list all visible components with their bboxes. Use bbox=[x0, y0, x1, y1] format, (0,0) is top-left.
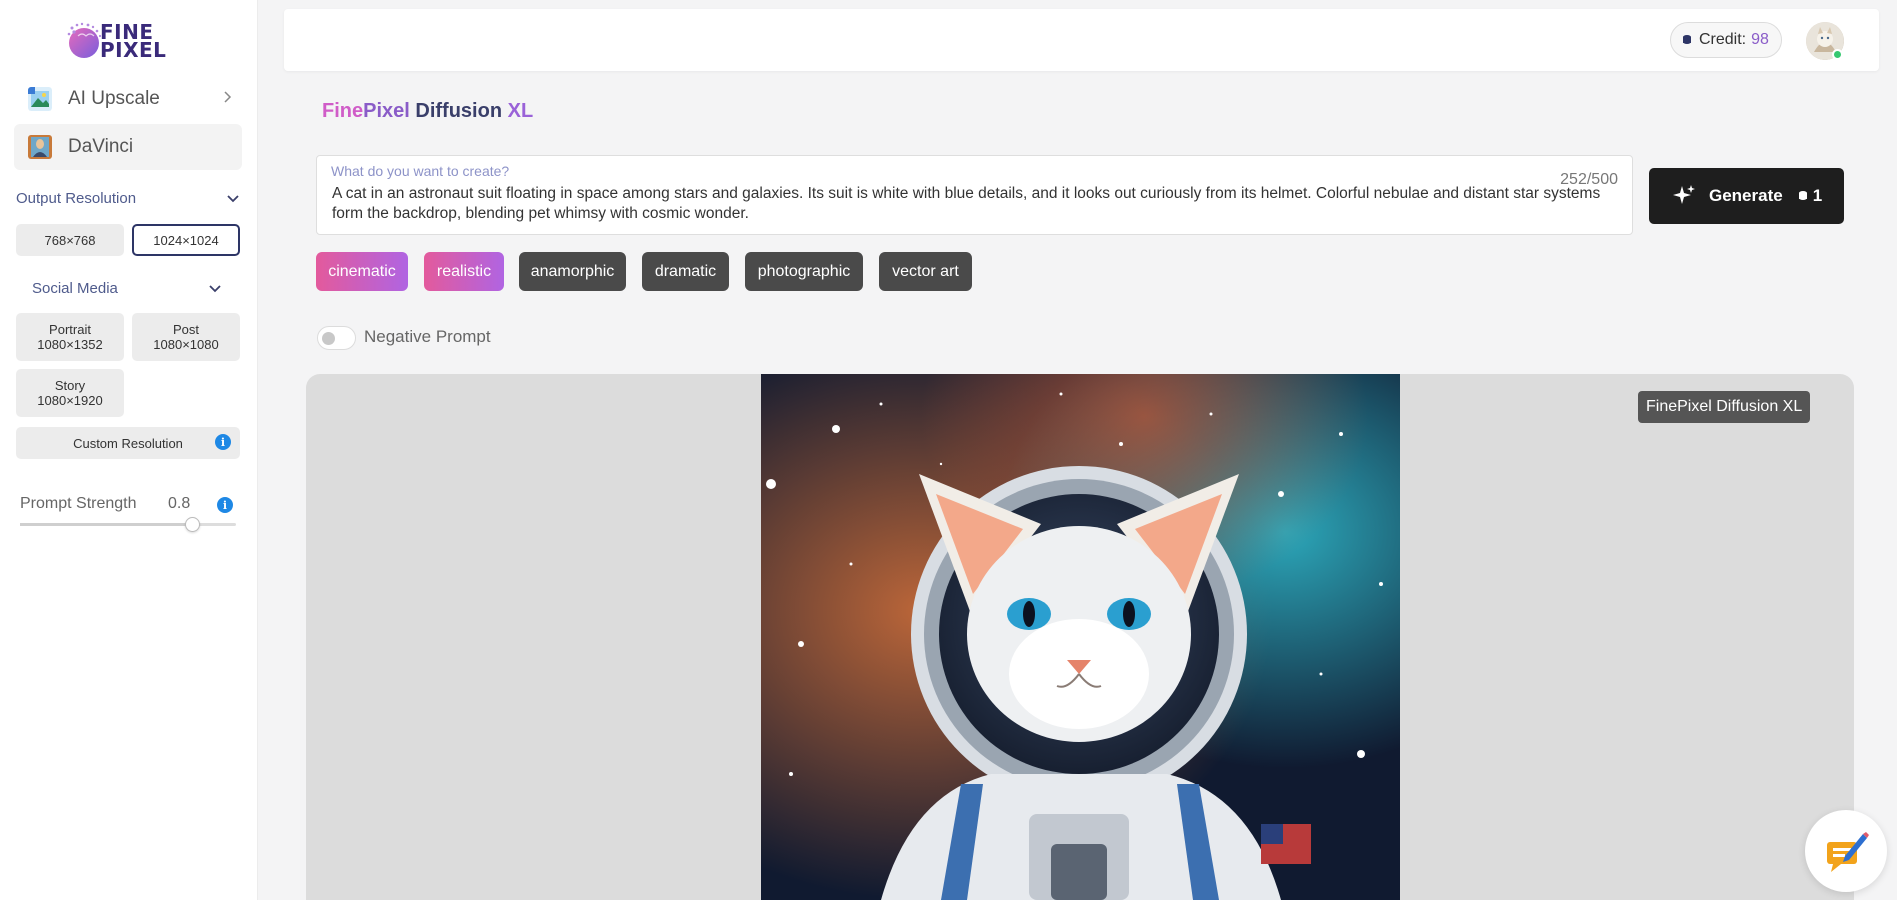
nav-item-ai-upscale[interactable]: AI Upscale bbox=[14, 76, 242, 122]
style-tag-realistic[interactable]: realistic bbox=[424, 252, 504, 291]
credit-label: Credit: bbox=[1699, 31, 1747, 48]
social-portrait-button[interactable]: Portrait 1080×1352 bbox=[16, 313, 124, 361]
toggle-knob bbox=[322, 332, 335, 345]
info-icon[interactable]: i bbox=[217, 497, 233, 513]
output-resolution-title[interactable]: Output Resolution bbox=[16, 190, 136, 207]
negative-prompt-toggle[interactable] bbox=[317, 326, 356, 350]
custom-resolution-label: Custom Resolution bbox=[73, 435, 183, 451]
prompt-strength-label: Prompt Strength bbox=[20, 495, 137, 512]
astronaut-cat-image bbox=[761, 374, 1400, 900]
model-badge: FinePixel Diffusion XL bbox=[1638, 391, 1811, 423]
prompt-text[interactable]: A cat in an astronaut suit floating in s… bbox=[332, 184, 1622, 224]
generated-image[interactable] bbox=[761, 374, 1400, 900]
logo-text: FINE PIXEL bbox=[100, 22, 167, 62]
prompt-placeholder: What do you want to create? bbox=[331, 163, 510, 179]
social-story-name: Story bbox=[54, 378, 86, 393]
social-portrait-name: Portrait bbox=[49, 322, 91, 337]
generate-button[interactable]: Generate 1 bbox=[1649, 168, 1844, 224]
social-media-title[interactable]: Social Media bbox=[32, 280, 118, 297]
logo-line-2: PIXEL bbox=[100, 38, 167, 62]
fine-pixel-logo[interactable]: FINE PIXEL bbox=[64, 20, 166, 62]
style-tag-cinematic[interactable]: cinematic bbox=[316, 252, 408, 291]
credit-badge[interactable]: Credit: 98 bbox=[1670, 22, 1782, 58]
page-title: FinePixel Diffusion XL bbox=[322, 100, 533, 123]
style-tag-anamorphic[interactable]: anamorphic bbox=[519, 252, 626, 291]
prompt-input[interactable]: What do you want to create? 252/500 A ca… bbox=[316, 155, 1633, 235]
logo-brain-icon bbox=[64, 20, 108, 62]
style-tag-dramatic[interactable]: dramatic bbox=[642, 252, 729, 291]
title-part-xl: XL bbox=[502, 100, 534, 122]
chevron-down-icon[interactable] bbox=[226, 194, 240, 204]
social-story-size: 1080×1920 bbox=[37, 393, 103, 408]
slider-fill bbox=[20, 523, 193, 526]
chevron-down-icon[interactable] bbox=[208, 284, 222, 294]
social-post-size: 1080×1080 bbox=[153, 337, 219, 352]
chevron-right-icon bbox=[224, 91, 232, 103]
coins-icon bbox=[1798, 191, 1807, 200]
sparkle-icon bbox=[1673, 185, 1695, 204]
prompt-strength-slider[interactable] bbox=[20, 517, 236, 532]
sidebar: FINE PIXEL AI Upscale DaVinci Output Res… bbox=[0, 0, 258, 900]
online-status-dot bbox=[1832, 49, 1843, 60]
generate-cost-value: 1 bbox=[1812, 186, 1823, 205]
social-portrait-size: 1080×1352 bbox=[37, 337, 103, 352]
davinci-portrait-icon bbox=[28, 135, 52, 159]
style-tag-photographic[interactable]: photographic bbox=[745, 252, 863, 291]
social-post-name: Post bbox=[172, 322, 199, 337]
coins-icon bbox=[1683, 35, 1691, 44]
style-tag-vector-art[interactable]: vector art bbox=[879, 252, 972, 291]
generate-cost: 1 bbox=[1797, 186, 1822, 206]
title-part-diffusion: Diffusion bbox=[409, 100, 503, 122]
nav-item-davinci[interactable]: DaVinci bbox=[14, 124, 242, 170]
prompt-strength-value: 0.8 bbox=[168, 495, 191, 512]
feedback-pencil-icon bbox=[1827, 832, 1869, 872]
top-bar bbox=[284, 9, 1879, 71]
social-post-button[interactable]: Post 1080×1080 bbox=[132, 313, 240, 361]
title-part-pixel: Pixel bbox=[363, 100, 410, 122]
info-icon[interactable]: i bbox=[215, 434, 231, 450]
custom-resolution-button[interactable]: Custom Resolution bbox=[16, 427, 240, 459]
negative-prompt-label: Negative Prompt bbox=[364, 327, 491, 346]
generate-label: Generate bbox=[1709, 186, 1783, 205]
image-upscale-icon bbox=[28, 87, 52, 111]
nav-item-label: DaVinci bbox=[68, 136, 134, 157]
feedback-button[interactable] bbox=[1805, 810, 1887, 892]
credit-value: 98 bbox=[1751, 31, 1769, 48]
social-story-button[interactable]: Story 1080×1920 bbox=[16, 369, 124, 417]
resolution-768-button[interactable]: 768×768 bbox=[16, 224, 124, 256]
resolution-1024-button[interactable]: 1024×1024 bbox=[132, 224, 240, 256]
nav-item-label: AI Upscale bbox=[68, 88, 160, 109]
slider-thumb[interactable] bbox=[185, 517, 201, 532]
title-part-fine: Fine bbox=[322, 100, 364, 122]
